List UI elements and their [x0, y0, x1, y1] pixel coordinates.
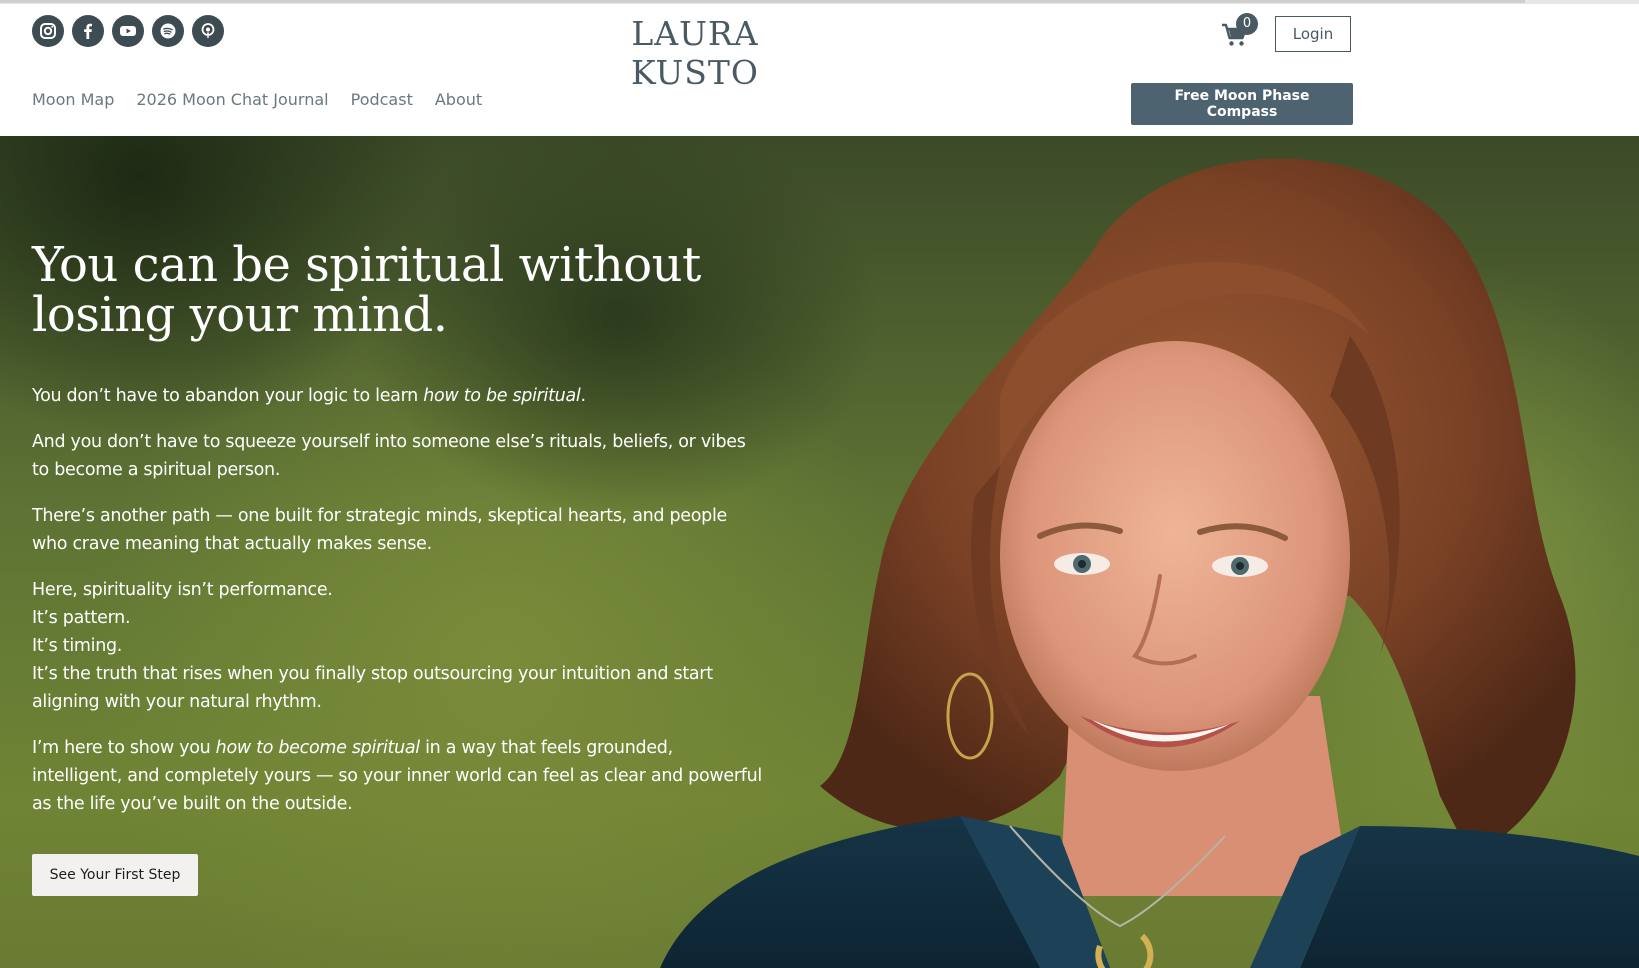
hero-section: You can be spiritual without losing your…	[0, 136, 1639, 968]
nav-item-about[interactable]: About	[435, 90, 482, 109]
hero-copy: You don’t have to abandon your logic to …	[32, 382, 762, 836]
browser-progress-bar	[0, 0, 1639, 4]
nav-item-moon-chat-journal[interactable]: 2026 Moon Chat Journal	[136, 90, 328, 109]
login-button[interactable]: Login	[1275, 16, 1351, 52]
cart-count-badge: 0	[1236, 13, 1258, 35]
spotify-icon[interactable]	[152, 15, 184, 47]
main-nav: Moon Map 2026 Moon Chat Journal Podcast …	[32, 90, 482, 109]
hero-paragraph-1-emphasis: how to be spiritual	[423, 386, 581, 406]
see-your-first-step-button[interactable]: See Your First Step	[32, 854, 198, 896]
hero-paragraph-5-emphasis: how to become spiritual	[215, 738, 420, 758]
hero-paragraph-2: And you don’t have to squeeze yourself i…	[32, 432, 746, 480]
podcast-icon[interactable]	[192, 15, 224, 47]
youtube-icon[interactable]	[112, 15, 144, 47]
social-links	[32, 15, 224, 47]
nav-item-moon-map[interactable]: Moon Map	[32, 90, 114, 109]
nav-item-podcast[interactable]: Podcast	[351, 90, 413, 109]
free-moon-phase-compass-button[interactable]: Free Moon Phase Compass	[1131, 83, 1353, 125]
instagram-icon[interactable]	[32, 15, 64, 47]
facebook-icon[interactable]	[72, 15, 104, 47]
hero-paragraph-3: There’s another path — one built for str…	[32, 506, 727, 554]
hero-paragraph-5: I’m here to show you how to become spiri…	[32, 738, 762, 814]
site-logo[interactable]: LAURA KUSTO	[570, 14, 820, 92]
hero-paragraph-1: You don’t have to abandon your logic to …	[32, 386, 586, 406]
hero-headline: You can be spiritual without losing your…	[32, 237, 701, 343]
hero-paragraph-4: Here, spirituality isn’t performance. It…	[32, 580, 713, 712]
